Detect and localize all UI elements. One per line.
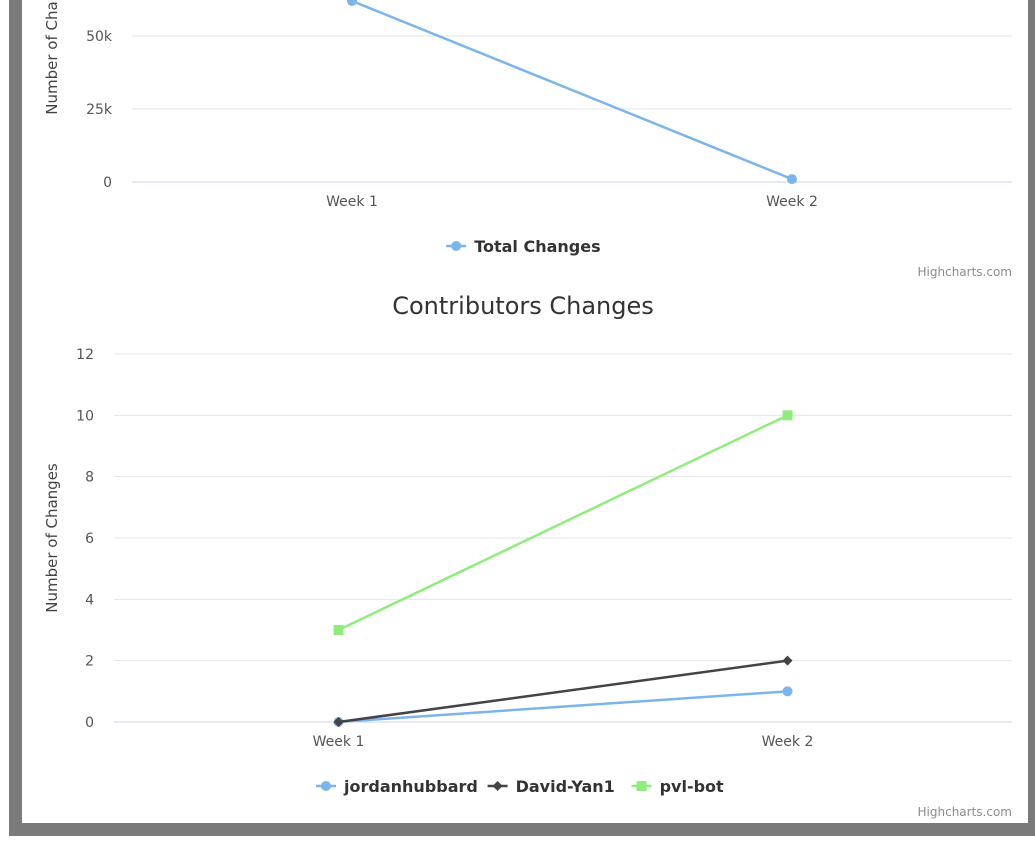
x-tick-label: Week 2 (762, 734, 814, 750)
point-marker[interactable] (787, 174, 797, 185)
window-frame-bottom (9, 823, 1035, 836)
legend-symbol[interactable] (492, 781, 503, 791)
legend-item-pvl-bot[interactable]: pvl-bot (631, 777, 724, 796)
series-line[interactable] (338, 659, 788, 724)
series-group (347, 0, 797, 185)
legend-item-jordanhubbard[interactable]: jordanhubbard (316, 777, 478, 796)
y-tick-label: 0 (85, 715, 94, 731)
legend-label[interactable]: Total Changes (474, 237, 600, 256)
series-line[interactable] (351, 0, 793, 181)
contributors-changes-chart: Contributors Changes 024681012 Week 1 Wee… (43, 292, 1012, 819)
y-tick-label: 4 (85, 592, 94, 608)
legend-symbol[interactable] (321, 781, 331, 791)
y-axis-title: Number of Changes (43, 463, 61, 613)
series-david-yan1[interactable] (333, 655, 793, 727)
y-tick-label: 6 (85, 531, 94, 547)
series-total-changes[interactable] (347, 0, 797, 185)
x-tick-label: Week 2 (766, 194, 818, 210)
credits-link[interactable]: Highcharts.com (918, 265, 1012, 279)
y-axis-ticks: 0 25k 50k (86, 29, 113, 191)
y-tick-label: 8 (85, 470, 94, 486)
legend-label[interactable]: pvl-bot (660, 777, 724, 796)
y-tick-label: 2 (85, 654, 94, 670)
y-tick-label: 25k (86, 102, 113, 118)
point-marker[interactable] (333, 625, 344, 635)
y-tick-label: 0 (103, 175, 112, 191)
total-changes-chart: 0 25k 50k Week 1 Week 2 Number of Changes T… (43, 0, 1012, 279)
gridlines (114, 353, 1012, 723)
x-tick-label: Week 1 (313, 734, 365, 750)
charts-canvas: 0 25k 50k Week 1 Week 2 Number of Changes T… (43, 0, 1012, 819)
series-pvl-bot[interactable] (333, 410, 793, 635)
point-marker[interactable] (782, 686, 793, 697)
window-frame-right (1028, 0, 1035, 836)
y-axis-ticks: 0 2 4 6 8 10 12 (76, 347, 94, 731)
chart-panel: 0 25k 50k Week 1 Week 2 Number of Changes T… (22, 0, 1028, 823)
series-group (333, 410, 793, 727)
legend[interactable]: jordanhubbard David-Yan1 pvl-bot (316, 777, 724, 796)
x-axis-ticks: Week 1 Week 2 (313, 734, 814, 750)
legend-item-total-changes[interactable]: Total Changes (446, 237, 601, 256)
legend-label[interactable]: jordanhubbard (343, 777, 478, 796)
y-axis-title: Number of Changes (43, 0, 61, 115)
x-axis-ticks: Week 1 Week 2 (326, 194, 818, 210)
legend[interactable]: Total Changes (446, 237, 601, 256)
point-marker[interactable] (782, 655, 793, 666)
y-tick-label: 50k (86, 29, 113, 45)
series-line[interactable] (338, 690, 788, 724)
window-frame-left (9, 0, 22, 836)
legend-label[interactable]: David-Yan1 (516, 777, 615, 796)
legend-item-david-yan1[interactable]: David-Yan1 (487, 777, 615, 796)
series-line[interactable] (337, 414, 789, 632)
x-tick-label: Week 1 (326, 194, 378, 210)
point-marker[interactable] (782, 410, 793, 421)
legend-symbol[interactable] (451, 241, 462, 251)
credits-link[interactable]: Highcharts.com (918, 805, 1012, 819)
chart-title: Contributors Changes (392, 292, 654, 320)
y-tick-label: 12 (76, 347, 94, 363)
y-tick-label: 10 (76, 408, 94, 424)
legend-symbol[interactable] (636, 781, 647, 791)
point-marker[interactable] (347, 0, 357, 6)
gridlines (132, 35, 1012, 183)
